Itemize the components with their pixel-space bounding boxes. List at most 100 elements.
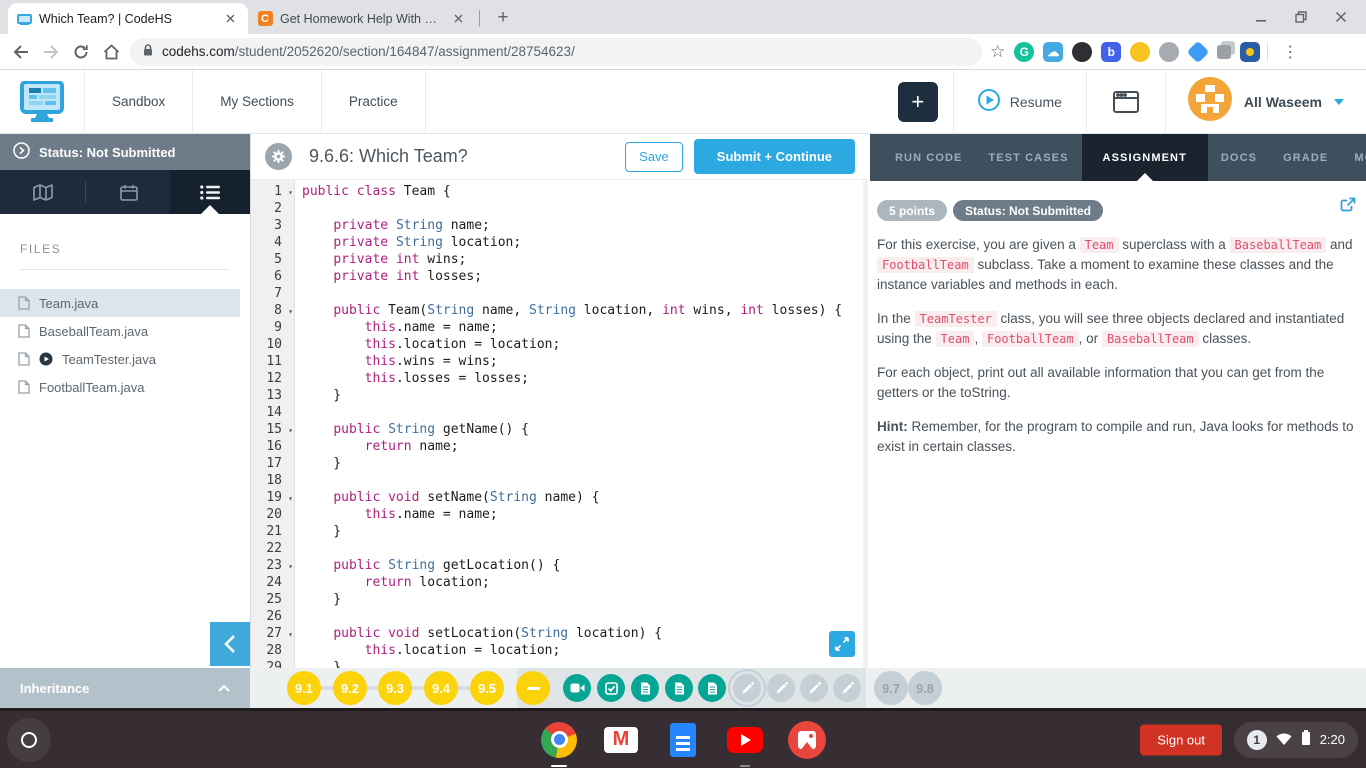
gallery-icon[interactable] (788, 721, 826, 759)
nav-item-my-sections[interactable]: My Sections (193, 70, 322, 133)
penguin-extension-icon[interactable] (1072, 42, 1092, 62)
tab-calendar[interactable] (86, 170, 171, 214)
code-line: private int losses; (302, 268, 869, 285)
create-new-button[interactable]: + (898, 82, 938, 122)
settings-gear-icon[interactable] (265, 143, 292, 170)
line-number: 17 (251, 455, 294, 472)
panel-tab-test-cases[interactable]: TEST CASES (975, 134, 1081, 181)
fold-caret-icon[interactable]: ▾ (288, 558, 293, 575)
progress-bubble-quiz-done[interactable] (597, 674, 625, 702)
progress-bubble-lesson-done[interactable]: 9.4 (424, 671, 458, 705)
file-item[interactable]: TeamTester.java (0, 345, 240, 373)
youtube-icon[interactable] (726, 721, 764, 759)
fold-caret-icon[interactable]: ▾ (288, 184, 293, 201)
system-tray[interactable]: 1 2:20 (1234, 722, 1358, 758)
chrome-icon[interactable] (540, 721, 578, 759)
tab-close-icon[interactable] (222, 10, 239, 27)
tabs-extension-icon[interactable] (1217, 45, 1231, 59)
thumb-extension-icon[interactable] (1130, 42, 1150, 62)
nav-item-sandbox[interactable]: Sandbox (85, 70, 193, 133)
diamond-extension-icon[interactable] (1187, 40, 1210, 63)
tab-close-icon[interactable] (450, 10, 467, 27)
user-menu[interactable]: All Waseem (1166, 77, 1366, 126)
collapse-sidebar-button[interactable] (210, 622, 250, 666)
code-editor[interactable]: 1▾2345678▾9101112131415▾16171819▾2021222… (251, 180, 869, 668)
resume-button[interactable]: Resume (954, 89, 1086, 114)
browser-menu-button[interactable]: ⋮ (1277, 39, 1303, 65)
file-list: Team.javaBaseballTeam.javaTeamTester.jav… (0, 289, 250, 401)
fold-caret-icon[interactable]: ▾ (288, 626, 293, 643)
progress-bubble-lesson-todo[interactable]: 9.8 (908, 671, 942, 705)
nav-item-practice[interactable]: Practice (322, 70, 426, 133)
progress-bubble-exercise-todo[interactable] (833, 674, 861, 702)
bookmark-star-icon[interactable]: ☆ (990, 42, 1005, 62)
code-line (302, 472, 869, 489)
reload-button[interactable] (68, 39, 94, 65)
sign-out-button[interactable]: Sign out (1140, 724, 1222, 755)
panel-tab-grade[interactable]: GRADE (1270, 134, 1341, 181)
grammarly-icon[interactable]: G (1014, 42, 1034, 62)
progress-bubble-lesson-done[interactable]: 9.5 (470, 671, 504, 705)
panel-tab-more[interactable]: MORE (1341, 134, 1366, 181)
monkey-extension-icon[interactable] (1159, 42, 1179, 62)
progress-bubble-collapse[interactable] (516, 671, 550, 705)
code-editor-pane: 9.6.6: Which Team? Save Submit + Continu… (250, 134, 869, 668)
line-number: 18 (251, 472, 294, 489)
file-item[interactable]: FootballTeam.java (0, 373, 240, 401)
file-item[interactable]: BaseballTeam.java (0, 317, 240, 345)
launcher-button[interactable] (7, 718, 51, 762)
calendar-button[interactable] (1087, 91, 1165, 113)
shelf-apps: M (540, 721, 826, 759)
panel-tab-docs[interactable]: DOCS (1208, 134, 1270, 181)
progress-bubble-exercise-todo[interactable] (767, 674, 795, 702)
code-line: public void setName(String name) { (302, 489, 869, 506)
lock-extension-icon[interactable] (1240, 42, 1260, 62)
progress-bubble-lesson-done[interactable]: 9.2 (333, 671, 367, 705)
file-item[interactable]: Team.java (0, 289, 240, 317)
document-icon (674, 682, 685, 695)
editor-scrollbar[interactable] (863, 180, 868, 668)
panel-tab-run-code[interactable]: RUN CODE (882, 134, 975, 181)
progress-bubble-lesson-done[interactable]: 9.1 (287, 671, 321, 705)
progress-bubble-doc-done[interactable] (698, 674, 726, 702)
fold-caret-icon[interactable]: ▾ (288, 490, 293, 507)
submit-continue-button[interactable]: Submit + Continue (694, 139, 855, 174)
codehs-logo[interactable] (0, 70, 85, 133)
bing-icon[interactable]: b (1101, 42, 1121, 62)
new-tab-button[interactable]: + (489, 4, 517, 32)
tab-map[interactable] (0, 170, 85, 214)
header-right: + Resume All Waseem (883, 70, 1366, 133)
fold-caret-icon[interactable]: ▾ (288, 303, 293, 320)
code-line: public class Team { (302, 183, 869, 200)
expand-editor-button[interactable] (829, 631, 855, 657)
progress-bubble-doc-done[interactable] (631, 674, 659, 702)
progress-bubble-lesson-todo[interactable]: 9.7 (874, 671, 908, 705)
fold-caret-icon[interactable]: ▾ (288, 422, 293, 439)
docs-icon[interactable] (664, 721, 702, 759)
progress-bubble-exercise-todo[interactable] (800, 674, 828, 702)
progress-bubble-lesson-done[interactable]: 9.3 (378, 671, 412, 705)
progress-bubble-doc-done[interactable] (665, 674, 693, 702)
browser-tab[interactable]: Which Team? | CodeHS (8, 3, 248, 34)
inline-code: BaseballTeam (1230, 237, 1327, 253)
cloud-extension-icon[interactable]: ☁ (1043, 42, 1063, 62)
progress-bubble-video-done[interactable] (563, 674, 591, 702)
forward-button[interactable] (38, 39, 64, 65)
line-number: 25 (251, 591, 294, 608)
open-external-icon[interactable] (1340, 197, 1356, 218)
address-bar[interactable]: codehs.com/student/2052620/section/16484… (130, 38, 982, 66)
home-button[interactable] (98, 39, 124, 65)
app-indicator (740, 765, 750, 767)
gmail-icon[interactable]: M (602, 721, 640, 759)
window-restore-button[interactable] (1288, 4, 1314, 30)
progress-bubble-exercise-current[interactable] (733, 674, 761, 702)
code-lines[interactable]: public class Team { private String name;… (295, 180, 869, 668)
window-close-button[interactable] (1328, 4, 1354, 30)
back-button[interactable] (8, 39, 34, 65)
codehs-header: SandboxMy SectionsPractice + Resume All … (0, 70, 1366, 134)
browser-tab[interactable]: CGet Homework Help With Chegg (248, 3, 476, 34)
save-button[interactable]: Save (625, 142, 683, 172)
window-minimize-button[interactable] (1248, 4, 1274, 30)
panel-tab-assignment[interactable]: ASSIGNMENT (1082, 134, 1208, 181)
module-header[interactable]: Inheritance (0, 668, 250, 708)
